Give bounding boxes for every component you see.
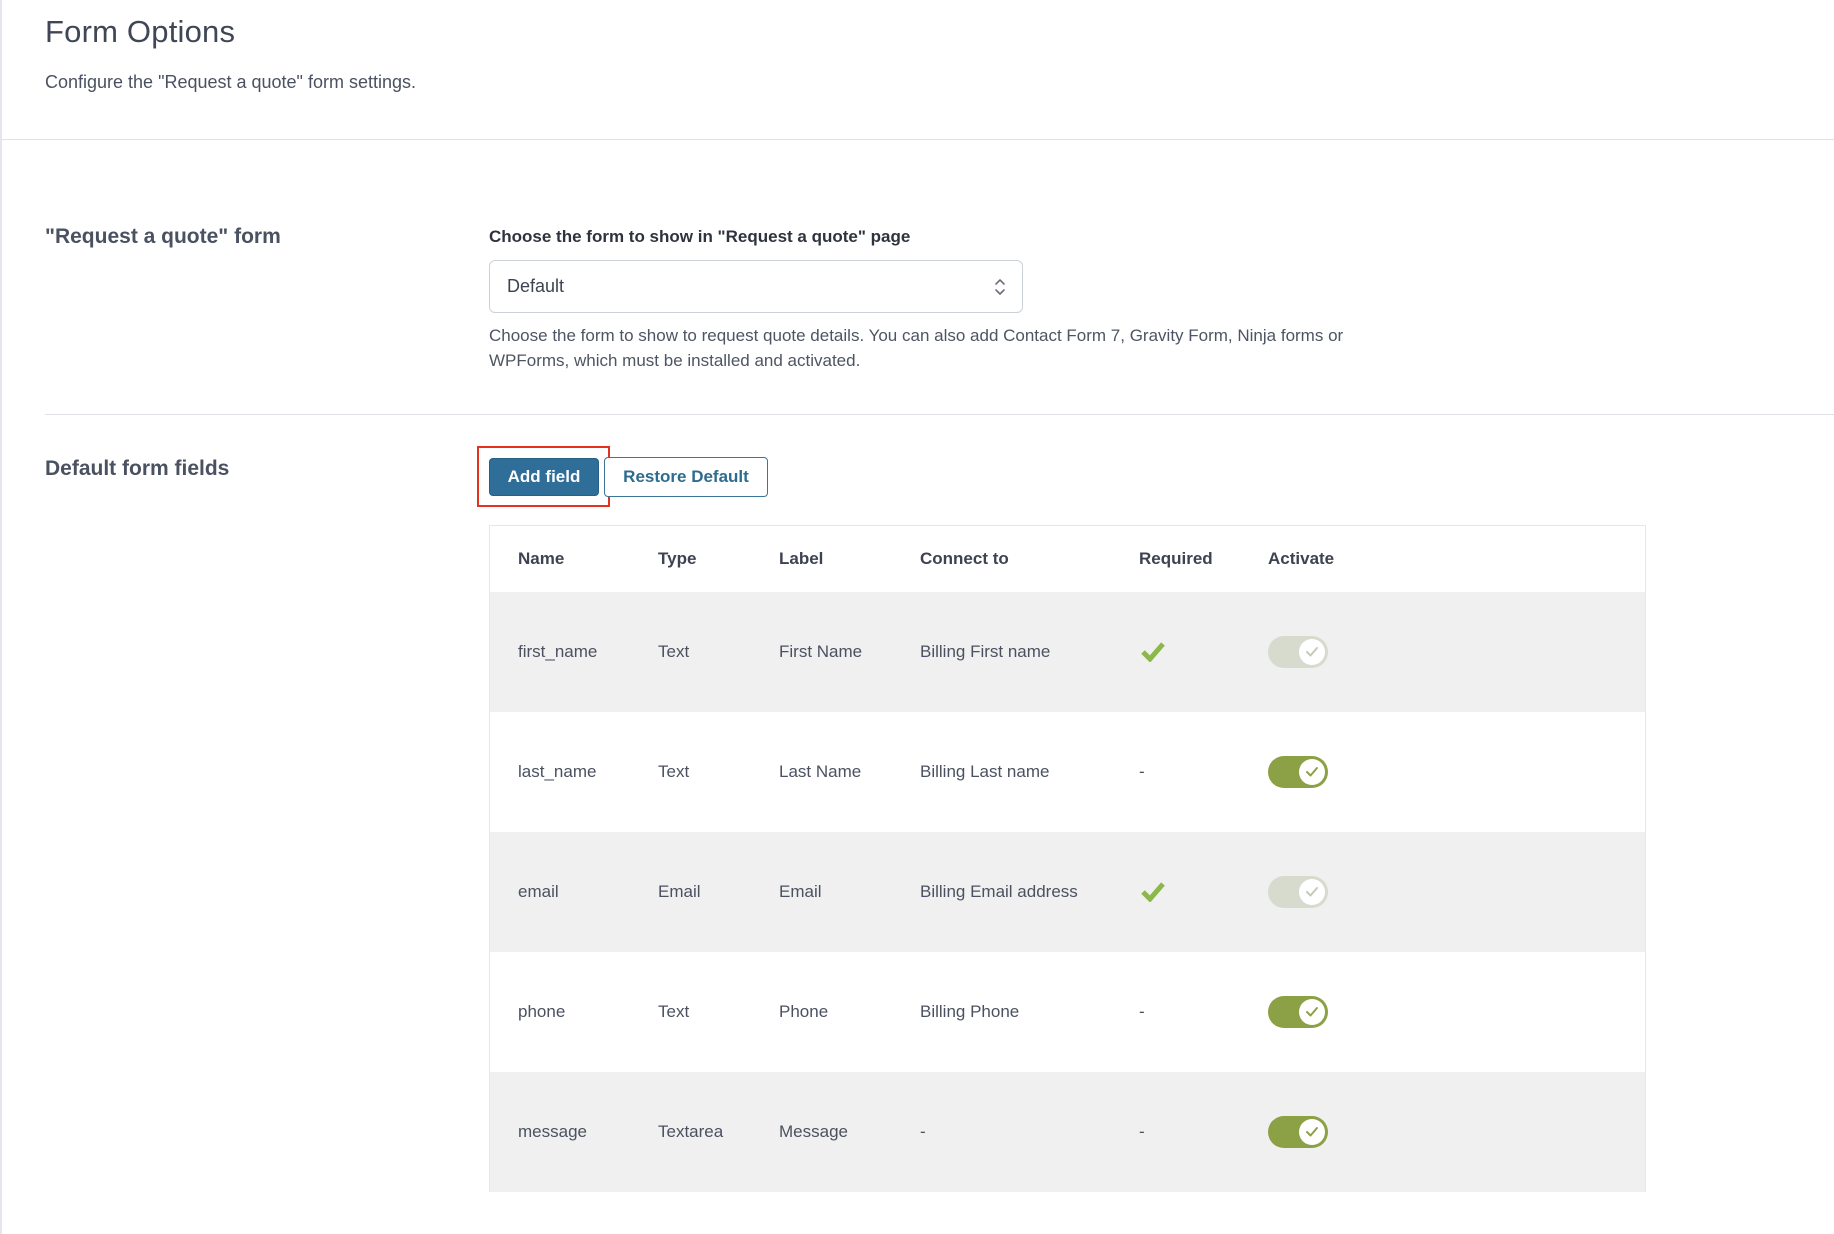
cell-type: Text bbox=[658, 1002, 690, 1021]
cell-name: first_name bbox=[518, 642, 598, 661]
column-header-type: Type bbox=[658, 549, 697, 568]
table-row[interactable]: first_name Text First Name Billing First… bbox=[490, 592, 1645, 712]
required-check-icon bbox=[1141, 642, 1165, 662]
toggle-knob bbox=[1299, 879, 1325, 905]
table-row[interactable]: message Textarea Message - - bbox=[490, 1072, 1645, 1192]
cell-type: Text bbox=[658, 642, 690, 661]
form-select-help-text: Choose the form to show to request quote… bbox=[489, 326, 1344, 370]
cell-name: email bbox=[518, 882, 559, 901]
column-header-connect-to: Connect to bbox=[920, 549, 1009, 568]
cell-type: Email bbox=[658, 882, 701, 901]
cell-connect-to: - bbox=[920, 1122, 926, 1141]
cell-connect-to: Billing Phone bbox=[920, 1002, 1020, 1021]
cell-label: Message bbox=[779, 1122, 848, 1141]
toggle-check-icon bbox=[1306, 887, 1318, 897]
activate-toggle[interactable] bbox=[1268, 1116, 1328, 1148]
toggle-check-icon bbox=[1306, 1007, 1318, 1017]
page-description: Configure the "Request a quote" form set… bbox=[45, 72, 416, 92]
quote-form-section-label: "Request a quote" form bbox=[45, 225, 281, 248]
cell-label: Email bbox=[779, 882, 822, 901]
select-chevrons-icon bbox=[995, 279, 1005, 295]
required-check-icon bbox=[1141, 882, 1165, 902]
toggle-check-icon bbox=[1306, 767, 1318, 777]
form-select-title: Choose the form to show in "Request a qu… bbox=[489, 227, 911, 246]
form-select-value: Default bbox=[507, 276, 565, 296]
activate-toggle bbox=[1268, 636, 1328, 668]
page-title: Form Options bbox=[45, 14, 236, 49]
activate-toggle bbox=[1268, 876, 1328, 908]
page-header: Form Options Configure the "Request a qu… bbox=[2, 0, 1834, 140]
activate-toggle[interactable] bbox=[1268, 996, 1328, 1028]
toggle-check-icon bbox=[1306, 647, 1318, 657]
column-header-label: Label bbox=[779, 549, 824, 568]
cell-name: message bbox=[518, 1122, 587, 1141]
cell-name: last_name bbox=[518, 762, 597, 781]
cell-name: phone bbox=[518, 1002, 566, 1021]
column-header-required: Required bbox=[1139, 549, 1213, 568]
form-options-page: Form Options Configure the "Request a qu… bbox=[0, 0, 1834, 1234]
toggle-check-icon bbox=[1306, 1127, 1318, 1137]
section-divider bbox=[45, 414, 1834, 415]
cell-required: - bbox=[1139, 1122, 1145, 1141]
cell-label: First Name bbox=[779, 642, 863, 661]
toggle-knob bbox=[1299, 639, 1325, 665]
cell-label: Phone bbox=[779, 1002, 829, 1021]
activate-toggle[interactable] bbox=[1268, 756, 1328, 788]
cell-connect-to: Billing Last name bbox=[920, 762, 1050, 781]
column-header-name: Name bbox=[518, 549, 565, 568]
toggle-knob bbox=[1299, 1119, 1325, 1145]
table-header: Name Type Label Connect to Required Acti… bbox=[490, 526, 1645, 592]
column-header-activate: Activate bbox=[1268, 549, 1335, 568]
toggle-knob bbox=[1299, 759, 1325, 785]
cell-required: - bbox=[1139, 1002, 1145, 1021]
cell-connect-to: Billing First name bbox=[920, 642, 1051, 661]
restore-default-button[interactable]: Restore Default bbox=[604, 457, 768, 497]
form-select[interactable]: Default bbox=[489, 260, 1023, 313]
table-row[interactable]: phone Text Phone Billing Phone - bbox=[490, 952, 1645, 1072]
cell-connect-to: Billing Email address bbox=[920, 882, 1078, 901]
add-field-button[interactable]: Add field bbox=[489, 458, 599, 496]
default-fields-section-label: Default form fields bbox=[45, 457, 230, 480]
fields-table: Name Type Label Connect to Required Acti… bbox=[489, 525, 1646, 1192]
table-row[interactable]: last_name Text Last Name Billing Last na… bbox=[490, 712, 1645, 832]
cell-required: - bbox=[1139, 762, 1145, 781]
cell-type: Textarea bbox=[658, 1122, 724, 1141]
table-row[interactable]: email Email Email Billing Email address bbox=[490, 832, 1645, 952]
toggle-knob bbox=[1299, 999, 1325, 1025]
cell-type: Text bbox=[658, 762, 690, 781]
cell-label: Last Name bbox=[779, 762, 862, 781]
